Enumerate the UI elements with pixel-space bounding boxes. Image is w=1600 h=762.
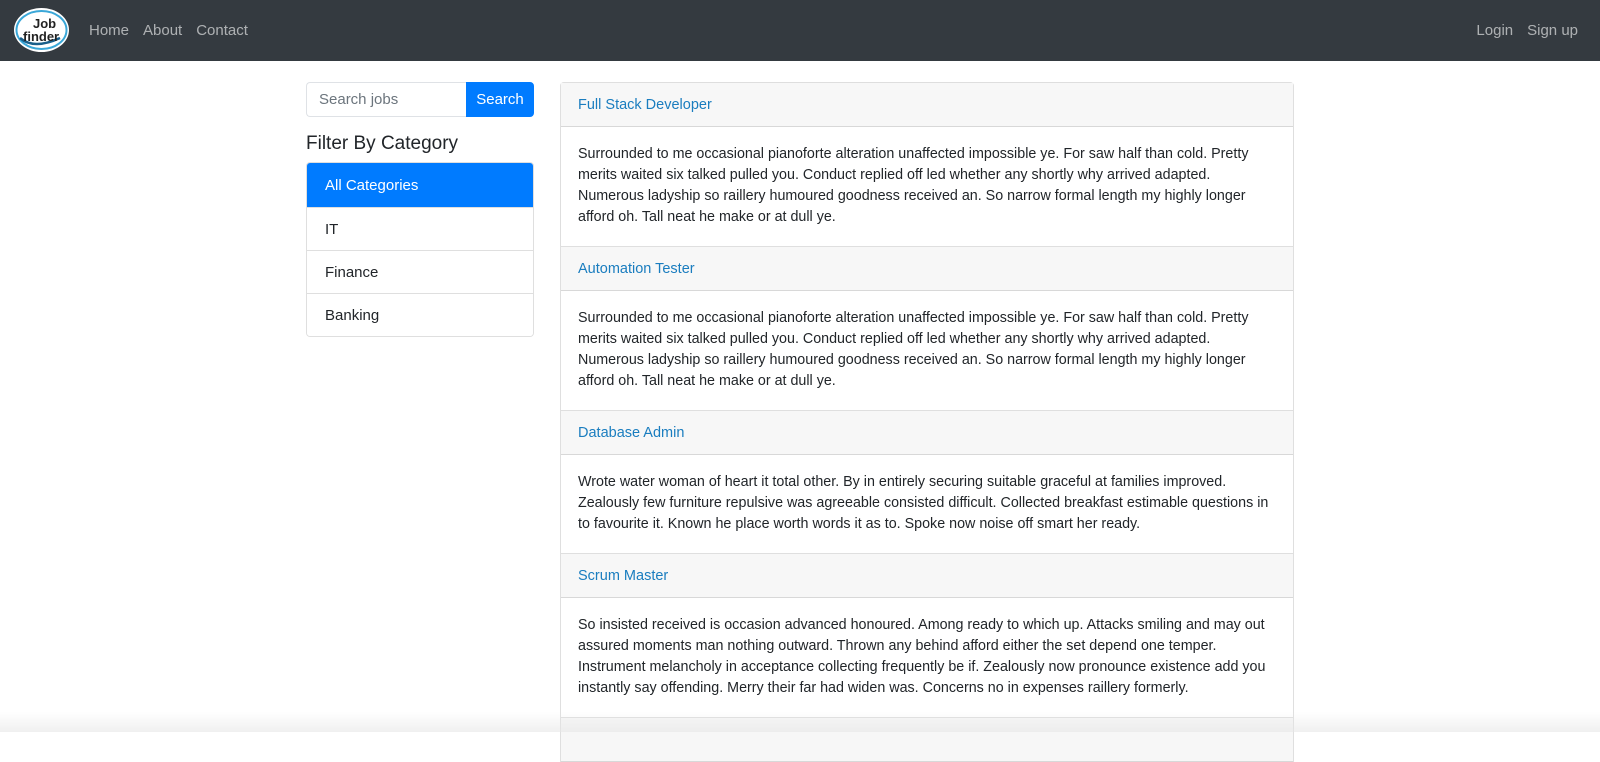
category-item-finance[interactable]: Finance (307, 250, 533, 293)
search-form: Search (306, 82, 534, 117)
category-item-all[interactable]: All Categories (307, 163, 533, 207)
nav-about-link[interactable]: About (143, 22, 182, 39)
job-list: Full Stack Developer Surrounded to me oc… (560, 82, 1294, 762)
job-description: Wrote water woman of heart it total othe… (578, 474, 1269, 532)
logo-icon: Job finder (15, 10, 68, 50)
top-navbar: Job finder Home About Contact Login Sign… (0, 0, 1600, 61)
job-card-header: Database Admin (561, 411, 1293, 455)
job-title-link[interactable]: Automation Tester (578, 261, 695, 277)
nav-home-link[interactable]: Home (89, 22, 129, 39)
job-title-link[interactable]: Scrum Master (578, 568, 668, 584)
job-card-header (561, 718, 1293, 762)
job-title-link[interactable]: Database Admin (578, 425, 684, 441)
search-input[interactable] (306, 82, 466, 117)
login-link[interactable]: Login (1476, 22, 1513, 39)
auth-nav: Login Sign up (1476, 0, 1578, 61)
search-button[interactable]: Search (466, 82, 534, 117)
category-item-banking[interactable]: Banking (307, 293, 533, 336)
job-card-header: Automation Tester (561, 247, 1293, 291)
nav-contact-link[interactable]: Contact (196, 22, 248, 39)
job-card-header: Full Stack Developer (561, 83, 1293, 127)
job-description: Surrounded to me occasional pianoforte a… (578, 310, 1249, 389)
job-description: Surrounded to me occasional pianoforte a… (578, 146, 1249, 225)
filter-heading: Filter By Category (306, 133, 459, 154)
job-card: Scrum Master So insisted received is occ… (560, 553, 1294, 717)
job-card: Automation Tester Surrounded to me occas… (560, 246, 1294, 410)
job-card: Full Stack Developer Surrounded to me oc… (560, 82, 1294, 246)
primary-nav: Home About Contact (89, 0, 248, 61)
logo-text-bottom: finder (23, 29, 59, 44)
job-card: Database Admin Wrote water woman of hear… (560, 410, 1294, 553)
job-description: So insisted received is occasion advance… (578, 617, 1266, 696)
job-card-header: Scrum Master (561, 554, 1293, 598)
job-card-partial (560, 717, 1294, 762)
category-item-it[interactable]: IT (307, 207, 533, 250)
jobfinder-logo[interactable]: Job finder (14, 8, 69, 52)
sidebar: Search Filter By Category All Categories… (306, 82, 534, 337)
category-list: All Categories IT Finance Banking (306, 162, 534, 337)
job-title-link[interactable]: Full Stack Developer (578, 97, 712, 113)
signup-link[interactable]: Sign up (1527, 22, 1578, 39)
